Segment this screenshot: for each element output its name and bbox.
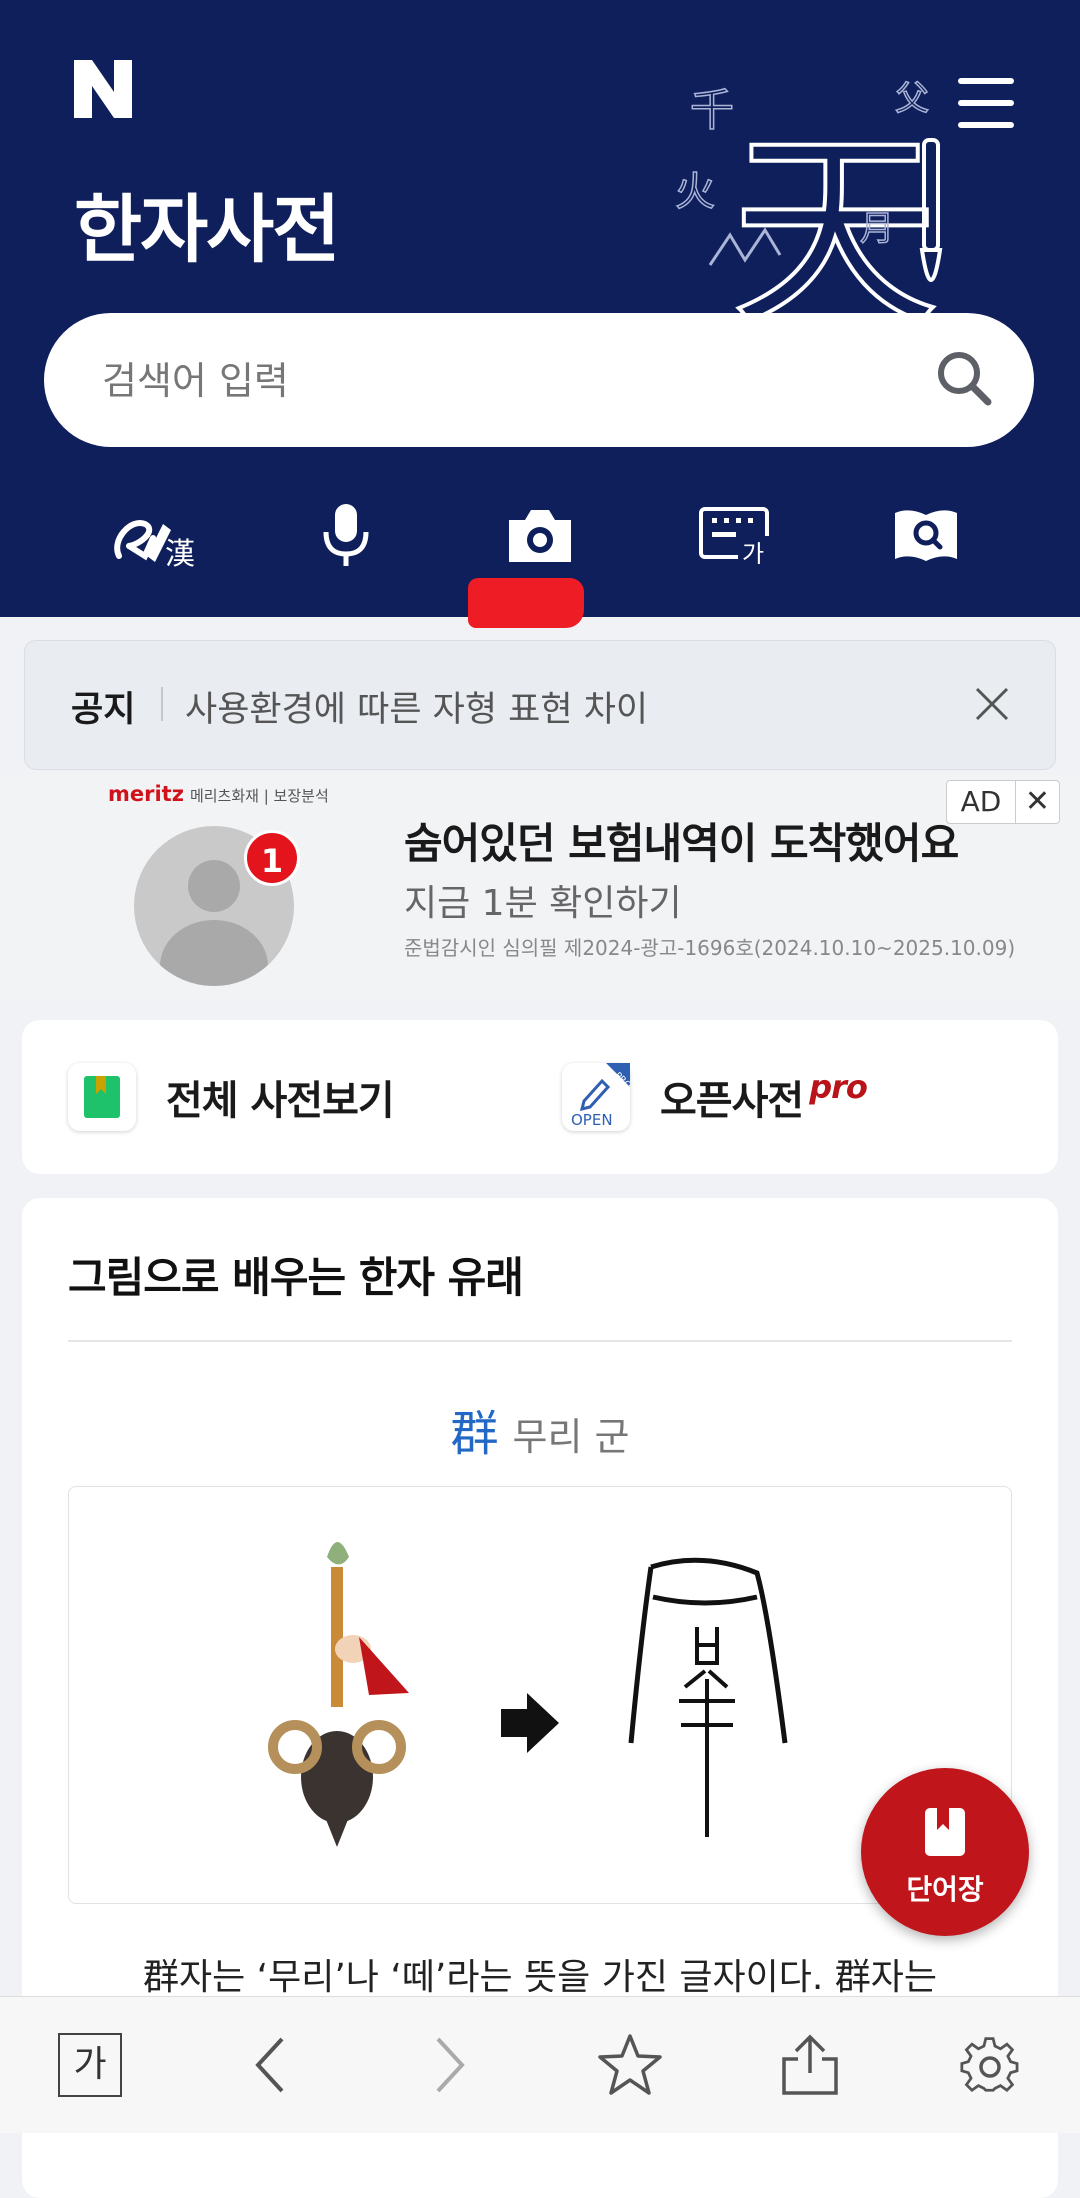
deco-char: 火 [675,169,715,215]
app-title: 한자사전 [74,187,340,273]
forward-button[interactable] [412,2027,488,2103]
keyboard-icon: 가 [699,507,770,564]
ad-close-button[interactable]: ✕ [1016,781,1059,823]
notice-tag: 공지 [71,690,136,730]
book-search-icon [895,510,957,561]
close-icon[interactable] [969,681,1015,727]
notice-banner[interactable]: 공지 사용환경에 따른 자형 표현 차이 [24,640,1056,770]
svg-text:OPEN: OPEN [571,1111,613,1129]
font-size-icon: 가 [58,2033,122,2097]
notice-divider [161,687,163,721]
handwriting-button[interactable]: 漢 [108,490,204,580]
section-title: 그림으로 배우는 한자 유래 [68,1253,524,1302]
bookmark-button[interactable] [592,2027,668,2103]
vocabulary-button[interactable]: 단어장 [861,1768,1029,1936]
dictionary-search-button[interactable] [878,490,974,580]
share-button[interactable] [772,2027,848,2103]
vocabulary-label: 단어장 [906,1873,984,1906]
hangul-keyboard-button[interactable]: 가 [686,490,782,580]
ad-subtitle[interactable]: 지금 1분 확인하기 [404,874,682,926]
chevron-right-icon [436,2037,465,2093]
notification-badge: 1 [244,830,300,886]
deco-char: 月 [860,209,894,249]
open-dictionary-link[interactable]: PRO OPEN 오픈사전 pro [562,1020,868,1174]
bookmark-book-icon [68,1063,136,1131]
svg-text:漢: 漢 [165,537,195,570]
pro-badge: pro [809,1068,868,1106]
ad-label-text: AD [947,781,1016,823]
search-bar [44,313,1034,449]
microphone-icon [323,504,369,566]
header: 한자사전 千 父 火 天 月 漢 [0,0,1080,617]
handwriting-icon: 漢 [114,520,195,570]
chevron-left-icon [255,2037,284,2093]
gear-icon [960,2037,1019,2093]
search-tools: 漢 가 [0,490,1080,580]
all-dictionary-label: 전체 사전보기 [166,1078,395,1124]
hanja-character[interactable]: 群 [451,1406,499,1462]
open-dictionary-icon: PRO OPEN [562,1063,630,1131]
annotation-mark [468,578,584,628]
deco-char: 千 [690,85,734,136]
menu-button[interactable] [958,78,1014,128]
search-input[interactable] [100,313,904,449]
ad-label: AD ✕ [946,780,1060,824]
naver-logo[interactable] [74,60,132,118]
all-dictionary-link[interactable]: 전체 사전보기 [68,1020,395,1174]
ad-brand: meritz 메리츠화재 | 보장분석 [108,782,329,806]
dictionary-links-card: 전체 사전보기 PRO OPEN 오픈사전 pro [22,1020,1058,1174]
vocabulary-book-icon [925,1808,965,1856]
voice-search-button[interactable] [298,490,394,580]
star-icon [598,2034,662,2095]
ad-banner[interactable]: meritz 메리츠화재 | 보장분석 1 숨어있던 보험내역이 도착했어요 지금… [0,774,1080,998]
hanja-meaning: 무리 군 [512,1415,630,1459]
ad-fine-print: 준법감시인 심의필 제2024-광고-1696호(2024.10.10~2025… [404,936,1016,960]
camera-search-button[interactable] [492,490,588,580]
header-decoration: 千 父 火 天 月 [674,78,943,320]
divider [68,1340,1012,1342]
settings-button[interactable] [952,2027,1028,2103]
ad-title[interactable]: 숨어있던 보험내역이 도착했어요 [404,810,959,871]
search-icon[interactable] [934,348,996,410]
back-button[interactable] [232,2027,308,2103]
hanja-heading[interactable]: 群 무리 군 [22,1394,1058,1464]
origin-description: 群자는 ‘무리’나 ‘떼’라는 뜻을 가진 글자이다. 群자는 [142,1957,938,1998]
deco-char: 天 [730,110,940,320]
share-icon [782,2034,838,2095]
open-dictionary-label: 오픈사전 pro [660,1068,868,1124]
bottom-toolbar: 가 [0,1996,1080,2133]
svg-text:가: 가 [742,540,764,564]
notice-text[interactable]: 사용환경에 따른 자형 표현 차이 [185,681,648,732]
font-size-button[interactable]: 가 [52,2027,128,2103]
camera-icon [509,510,571,562]
